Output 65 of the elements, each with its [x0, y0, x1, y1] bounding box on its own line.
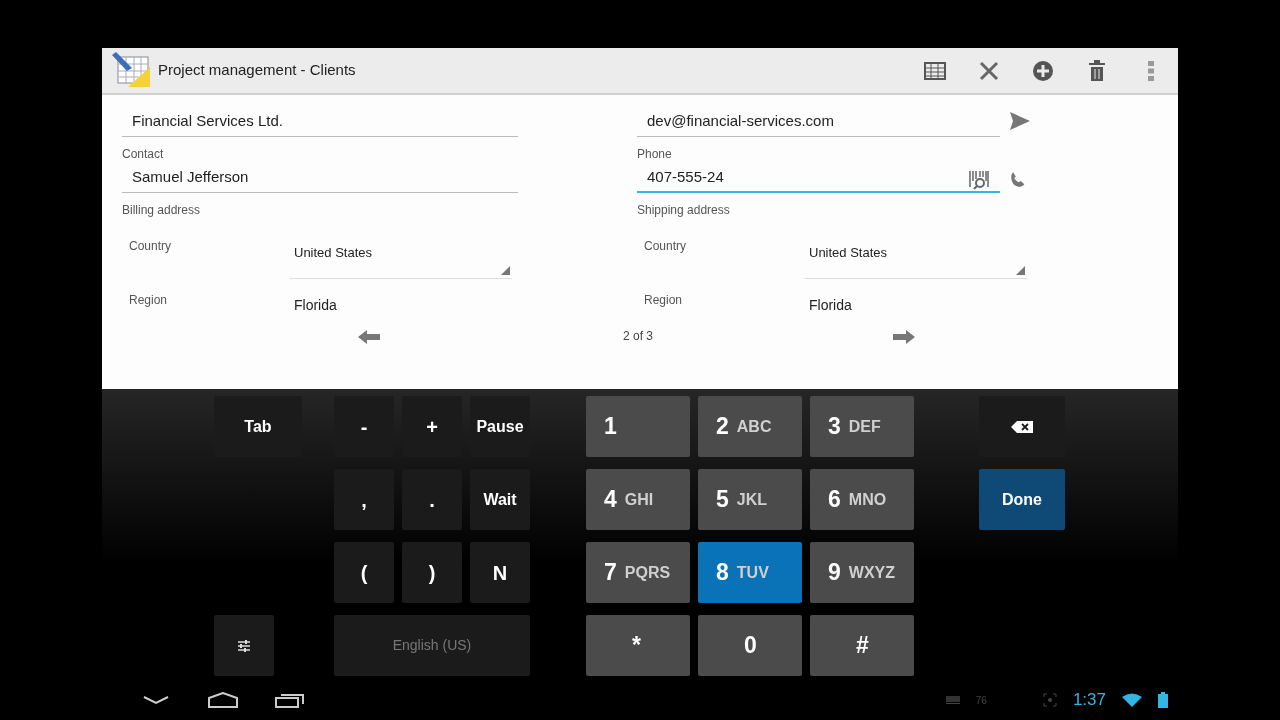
arrow-right-icon: [893, 329, 915, 344]
country-dropdown[interactable]: United States: [805, 237, 1027, 279]
table-icon: [924, 61, 946, 80]
back-chevron-icon: [142, 695, 169, 705]
text-field[interactable]: Samuel Jefferson: [122, 161, 518, 193]
number-key[interactable]: 9 WXYZ: [810, 542, 914, 603]
field-label: Contact: [122, 147, 165, 161]
number-key[interactable]: 7 PQRS: [586, 542, 690, 603]
key[interactable]: ): [402, 542, 462, 603]
number-key[interactable]: 4 GHI: [586, 469, 690, 530]
send-icon[interactable]: [1009, 111, 1031, 131]
section-label: Billing address: [122, 203, 202, 217]
key[interactable]: ,: [334, 469, 394, 530]
phone-field[interactable]: 407-555-24: [637, 161, 1000, 193]
field-value: Florida: [293, 296, 338, 315]
field-label: Phone: [637, 147, 673, 161]
window-title: Project management - Clients: [158, 60, 356, 81]
number-key[interactable]: 6 MNO: [810, 469, 914, 530]
key[interactable]: -: [334, 396, 394, 457]
battery-icon: [1158, 692, 1168, 708]
status-indicator: 76: [975, 693, 987, 708]
key[interactable]: Wait: [470, 469, 530, 530]
wifi-icon: [1122, 693, 1142, 707]
field-label: Country: [644, 238, 688, 255]
page-indicator: 2 of 3: [623, 328, 655, 345]
number-key[interactable]: 8 TUV: [698, 542, 802, 603]
home-icon: [207, 692, 238, 708]
field-value: Florida: [808, 296, 853, 315]
barcode-search-icon[interactable]: [968, 169, 990, 190]
key[interactable]: .: [402, 469, 462, 530]
number-key[interactable]: 3 DEF: [810, 396, 914, 457]
trash-icon: [1088, 59, 1106, 82]
tab-key[interactable]: Tab: [214, 396, 302, 457]
text-field[interactable]: dev@financial-services.com: [637, 105, 1000, 137]
settings-key[interactable]: [214, 615, 274, 676]
country-dropdown[interactable]: United States: [290, 237, 512, 279]
number-key[interactable]: 2 ABC: [698, 396, 802, 457]
clock: 1:37: [1072, 689, 1106, 712]
key[interactable]: (: [334, 542, 394, 603]
field-label: Region: [129, 292, 169, 309]
key[interactable]: Pause: [470, 396, 530, 457]
recent-apps-icon: [274, 692, 305, 708]
backspace-key[interactable]: [979, 396, 1065, 457]
sliders-icon: [237, 638, 251, 653]
field-label: Region: [644, 292, 684, 309]
text-field[interactable]: Financial Services Ltd.: [122, 105, 518, 137]
backspace-icon: [1011, 420, 1033, 433]
field-label: Country: [129, 238, 173, 255]
section-label: Shipping address: [637, 203, 731, 217]
dropdown-corner-icon: [1016, 266, 1025, 275]
key[interactable]: +: [402, 396, 462, 457]
add-icon: [1032, 59, 1054, 82]
number-key[interactable]: 1: [586, 396, 690, 457]
arrow-left-icon: [358, 329, 380, 344]
number-key[interactable]: 0: [698, 615, 802, 676]
done-key[interactable]: Done: [979, 469, 1065, 530]
keyboard-icon: [945, 696, 960, 704]
number-key[interactable]: *: [586, 615, 690, 676]
screenshot-icon: [1042, 693, 1057, 707]
dropdown-corner-icon: [501, 266, 510, 275]
number-key[interactable]: 5 JKL: [698, 469, 802, 530]
key[interactable]: N: [470, 542, 530, 603]
number-key[interactable]: #: [810, 615, 914, 676]
language-key[interactable]: English (US): [334, 615, 530, 676]
more-icon: [1148, 60, 1154, 81]
